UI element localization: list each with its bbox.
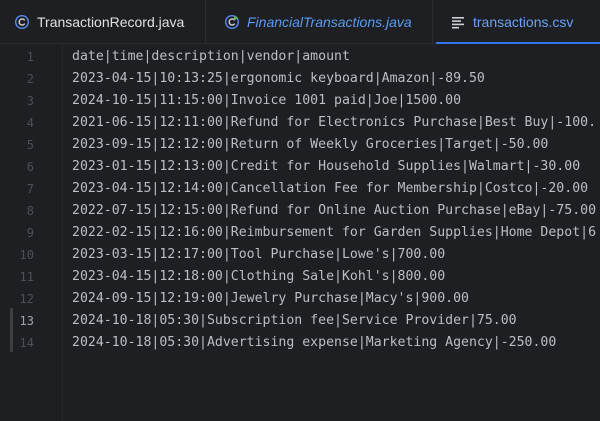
code-line-current[interactable]: 2024-10-18|05:30|Subscription fee|Servic…: [72, 310, 517, 332]
java-class-icon: [14, 14, 30, 30]
code-line[interactable]: 2023-04-15|12:14:00|Cancellation Fee for…: [72, 178, 588, 200]
tab-transactions-csv[interactable]: transactions.csv: [436, 0, 600, 45]
line-number: 12: [19, 292, 34, 306]
line-number: 3: [26, 94, 34, 108]
line-number: 7: [26, 182, 34, 196]
code-line[interactable]: 2024-10-15|11:15:00|Invoice 1001 paid|Jo…: [72, 90, 461, 112]
line-number: 14: [19, 336, 34, 350]
tab-label: transactions.csv: [473, 14, 574, 30]
line-number: 10: [19, 248, 34, 262]
ide-window: TransactionRecord.java FinancialTransact…: [0, 0, 600, 421]
tab-divider: [432, 0, 433, 44]
tab-divider: [205, 0, 206, 44]
java-runnable-class-icon: [224, 14, 240, 30]
tab-financial-transactions-java[interactable]: FinancialTransactions.java: [210, 0, 430, 44]
line-number-current: 13: [19, 314, 34, 328]
code-line[interactable]: 2022-02-15|12:16:00|Reimbursement for Ga…: [72, 222, 596, 244]
text-file-icon: [450, 14, 466, 30]
code-line[interactable]: 2023-01-15|12:13:00|Credit for Household…: [72, 156, 580, 178]
line-number: 5: [26, 138, 34, 152]
tab-label: FinancialTransactions.java: [247, 14, 412, 30]
code-line[interactable]: 2023-04-15|12:18:00|Clothing Sale|Kohl's…: [72, 266, 445, 288]
line-number: 8: [26, 204, 34, 218]
code-line[interactable]: 2022-07-15|12:15:00|Refund for Online Au…: [72, 200, 596, 222]
line-number: 1: [26, 50, 34, 64]
code-line-header[interactable]: date|time|description|vendor|amount: [72, 46, 350, 68]
code-line[interactable]: 2023-09-15|12:12:00|Return of Weekly Gro…: [72, 134, 548, 156]
line-number: 4: [26, 116, 34, 130]
code-line[interactable]: 2023-03-15|12:17:00|Tool Purchase|Lowe's…: [72, 244, 445, 266]
code-line[interactable]: 2021-06-15|12:11:00|Refund for Electroni…: [72, 112, 596, 134]
code-line[interactable]: 2024-10-18|05:30|Advertising expense|Mar…: [72, 332, 556, 354]
tab-label: TransactionRecord.java: [37, 14, 185, 30]
line-number: 6: [26, 160, 34, 174]
gutter-separator: [62, 44, 63, 421]
line-number: 11: [19, 270, 34, 284]
code-line[interactable]: 2023-04-15|10:13:25|ergonomic keyboard|A…: [72, 68, 485, 90]
line-number: 9: [26, 226, 34, 240]
line-number-gutter[interactable]: 1 2 3 4 5 6 7 8 9 10 11 12 13 14: [0, 44, 62, 421]
line-number: 2: [26, 72, 34, 86]
code-editor[interactable]: 1 2 3 4 5 6 7 8 9 10 11 12 13 14 date|ti…: [0, 44, 600, 421]
editor-tab-bar: TransactionRecord.java FinancialTransact…: [0, 0, 600, 45]
tab-transaction-record-java[interactable]: TransactionRecord.java: [0, 0, 200, 44]
code-line[interactable]: 2024-09-15|12:19:00|Jewelry Purchase|Mac…: [72, 288, 469, 310]
